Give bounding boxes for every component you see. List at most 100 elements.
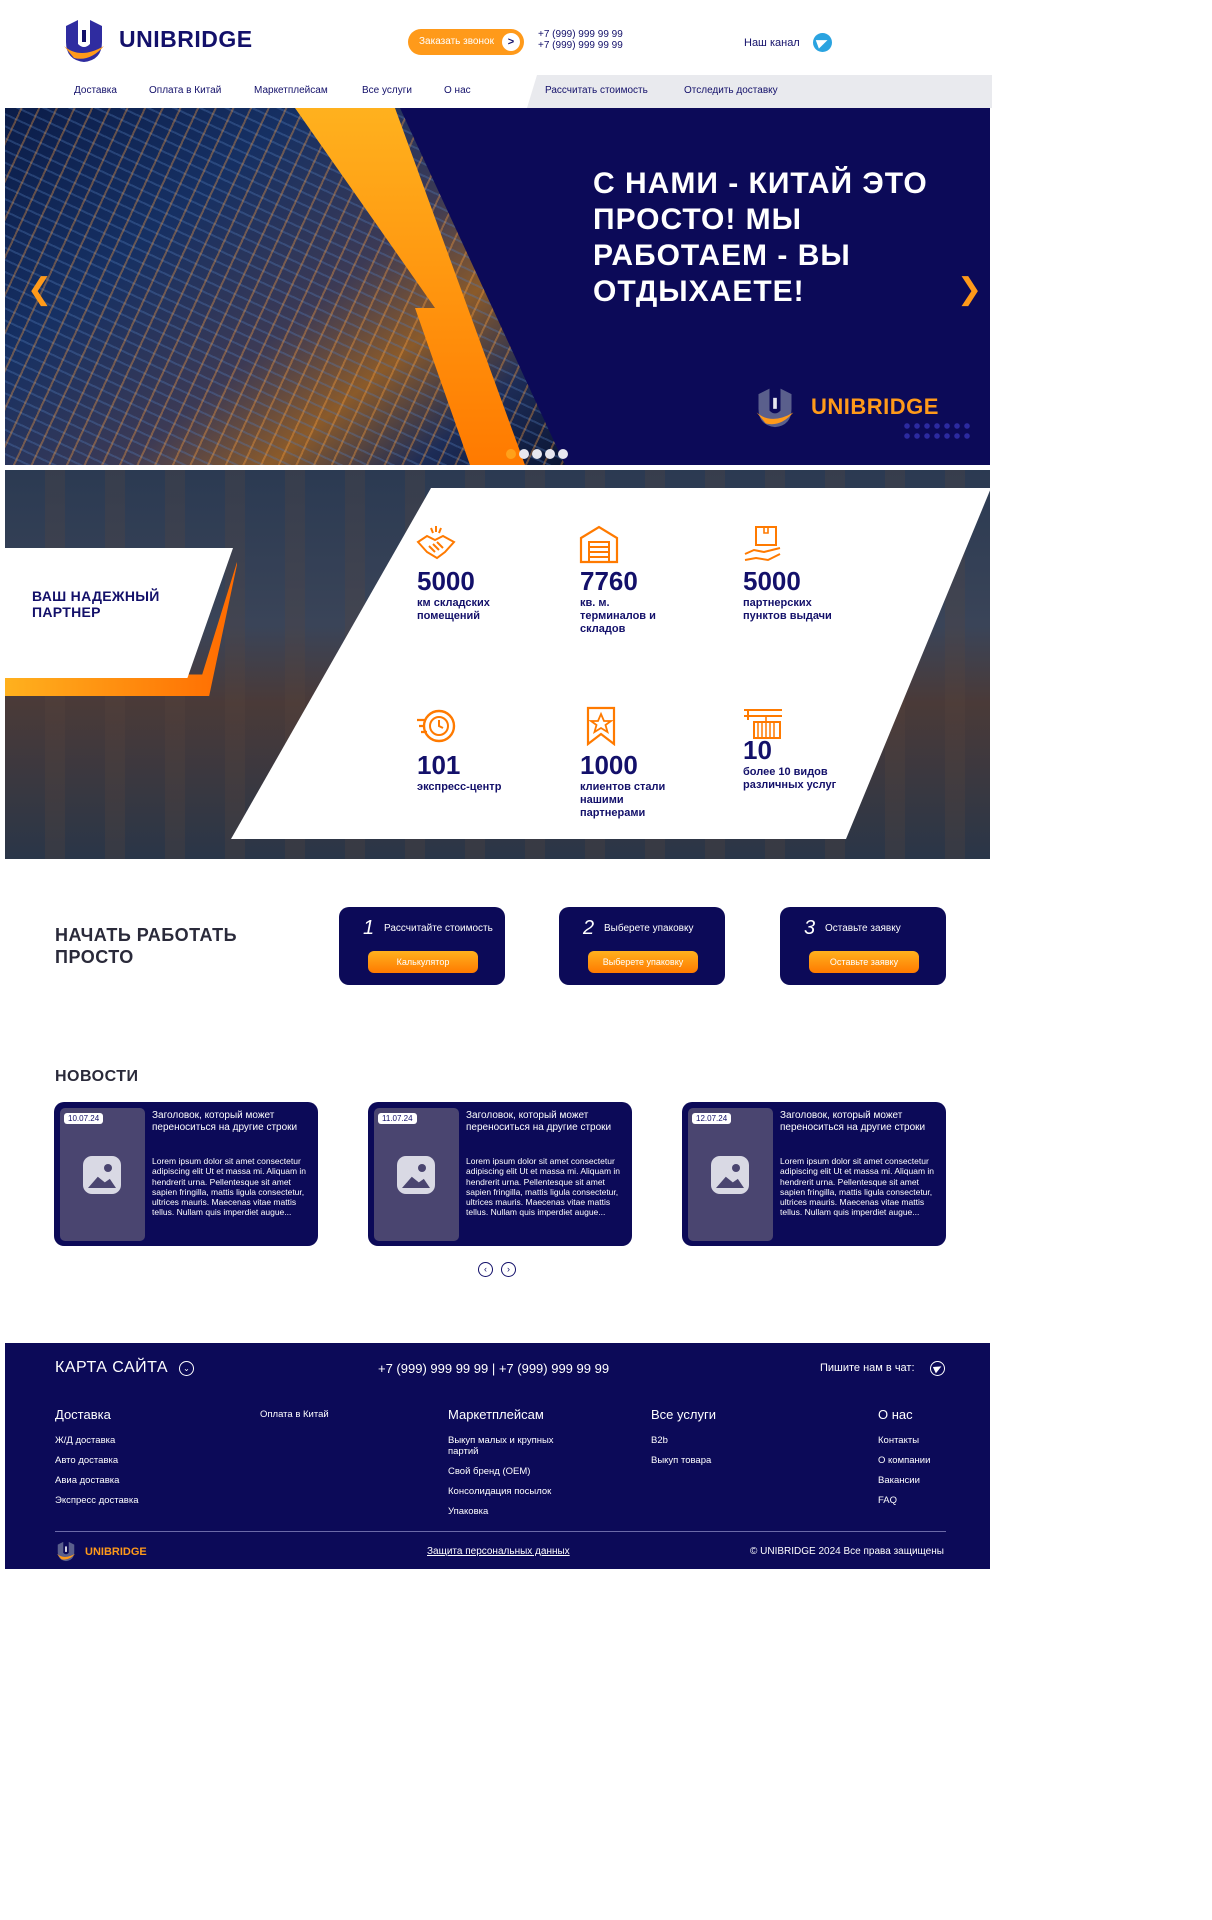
footer-col-payment: Оплата в Китай <box>260 1407 420 1433</box>
stat-number: 101 <box>417 750 461 780</box>
phone-1[interactable]: +7 (999) 999 99 99 <box>538 29 623 40</box>
nav-all-services[interactable]: Все услуги <box>362 85 412 96</box>
star-bookmark-icon <box>586 706 616 746</box>
slider-prev-icon[interactable]: ❮ <box>27 272 52 307</box>
news-prev-icon[interactable]: ‹ <box>478 1262 493 1277</box>
footer-link[interactable]: Выкуп малых и крупных партий <box>448 1435 578 1457</box>
nav-about[interactable]: О нас <box>444 85 471 96</box>
news-card-1[interactable]: 10.07.24 Заголовок, который может перено… <box>54 1102 318 1246</box>
footer-col-title[interactable]: Доставка <box>55 1407 215 1422</box>
news-title: НОВОСТИ <box>55 1068 139 1085</box>
order-call-button[interactable]: Заказать звонок > <box>408 29 524 55</box>
footer-col-title[interactable]: Оплата в Китай <box>260 1409 420 1420</box>
dots-decoration <box>902 421 974 441</box>
choose-package-button[interactable]: Выберете упаковку <box>588 951 698 973</box>
footer-link[interactable]: Ж/Д доставка <box>55 1435 215 1446</box>
footer-link[interactable]: Вакансии <box>878 1475 978 1486</box>
image-placeholder-icon <box>711 1156 749 1194</box>
stat-warehouse-km: 5000 км складских помещений <box>417 567 547 623</box>
slider-next-icon[interactable]: ❯ <box>957 272 982 307</box>
privacy-link[interactable]: Защита персональных данных <box>427 1546 570 1557</box>
footer-logo-text[interactable]: UNIBRIDGE <box>85 1546 147 1558</box>
stat-number: 5000 <box>743 566 801 596</box>
slider-dot-5[interactable] <box>558 449 568 459</box>
footer-divider <box>55 1531 946 1532</box>
news-headline[interactable]: Заголовок, который может переноситься на… <box>466 1110 626 1134</box>
footer-col-delivery: Доставка Ж/Д доставка Авто доставка Авиа… <box>55 1407 215 1515</box>
start-title: НАЧАТЬ РАБОТАТЬ ПРОСТО <box>55 925 238 967</box>
slider-dot-2[interactable] <box>519 449 529 459</box>
slider-dot-1[interactable] <box>506 449 516 459</box>
footer-link[interactable]: Выкуп товара <box>651 1455 781 1466</box>
chevron-down-icon[interactable]: ⌄ <box>179 1361 194 1376</box>
footer-link[interactable]: Свой бренд (OEM) <box>448 1466 578 1477</box>
copyright: © UNIBRIDGE 2024 Все права защищены <box>750 1546 944 1557</box>
sitemap-title[interactable]: КАРТА САЙТА <box>55 1359 168 1377</box>
footer-link[interactable]: Авто доставка <box>55 1455 215 1466</box>
step-card-1: 1 Рассчитайте стоимость Калькулятор <box>339 907 505 985</box>
footer-link[interactable]: Авиа доставка <box>55 1475 215 1486</box>
news-headline[interactable]: Заголовок, который может переноситься на… <box>780 1110 940 1134</box>
slider-dot-3[interactable] <box>532 449 542 459</box>
footer-col-about: О нас Контакты О компании Вакансии FAQ <box>878 1407 978 1515</box>
news-card-3[interactable]: 12.07.24 Заголовок, который может перено… <box>682 1102 946 1246</box>
header-phones: +7 (999) 999 99 99 +7 (999) 999 99 99 <box>538 29 623 51</box>
logo-icon[interactable] <box>60 16 108 64</box>
leave-request-button[interactable]: Оставьте заявку <box>809 951 919 973</box>
step-number: 2 <box>583 917 595 939</box>
stat-number: 5000 <box>417 566 475 596</box>
channel-label[interactable]: Наш канал <box>744 37 800 49</box>
footer-col-title[interactable]: Все услуги <box>651 1407 781 1422</box>
stat-clients: 1000 клиентов стали нашими партнерами <box>580 751 710 820</box>
footer-col-services: Все услуги B2b Выкуп товара <box>651 1407 781 1475</box>
nav-actions: Рассчитать стоимость Отследить доставку <box>527 75 992 108</box>
footer-phones[interactable]: +7 (999) 999 99 99 | +7 (999) 999 99 99 <box>378 1361 609 1376</box>
step-text: Рассчитайте стоимость <box>384 923 493 934</box>
footer-link[interactable]: Контакты <box>878 1435 978 1446</box>
handshake-icon <box>416 526 456 560</box>
news-image: 11.07.24 <box>374 1108 459 1241</box>
partner-section: ВАШ НАДЕЖНЫЙ ПАРТНЕР 5000 км складских п… <box>5 470 990 859</box>
stat-number: 7760 <box>580 566 638 596</box>
telegram-icon[interactable] <box>930 1361 945 1376</box>
step-text: Оставьте заявку <box>825 923 901 934</box>
footer-link[interactable]: Упаковка <box>448 1506 578 1517</box>
calculator-button[interactable]: Калькулятор <box>368 951 478 973</box>
nav-track-delivery[interactable]: Отследить доставку <box>684 85 778 96</box>
nav-delivery[interactable]: Доставка <box>74 85 117 96</box>
footer-logo-icon[interactable] <box>55 1540 77 1562</box>
nav-payment-china[interactable]: Оплата в Китай <box>149 85 221 96</box>
box-hand-icon <box>744 526 781 562</box>
footer-link[interactable]: B2b <box>651 1435 781 1446</box>
phone-2[interactable]: +7 (999) 999 99 99 <box>538 40 623 51</box>
stat-label: более 10 видов различных услуг <box>743 766 837 791</box>
step-card-3: 3 Оставьте заявку Оставьте заявку <box>780 907 946 985</box>
stat-label: экспресс-центр <box>417 781 502 793</box>
footer-link[interactable]: FAQ <box>878 1495 978 1506</box>
news-headline[interactable]: Заголовок, который может переноситься на… <box>152 1110 312 1134</box>
site-header: UNIBRIDGE Заказать звонок > +7 (999) 999… <box>0 0 992 108</box>
stat-label: клиентов стали нашими партнерами <box>580 781 666 819</box>
hero-logo-text: UNIBRIDGE <box>811 394 939 419</box>
stat-terminals-sqm: 7760 кв. м. терминалов и складов <box>580 567 710 636</box>
footer-col-title[interactable]: О нас <box>878 1407 978 1422</box>
stat-label: партнерских пунктов выдачи <box>743 597 832 622</box>
footer-link[interactable]: Экспресс доставка <box>55 1495 215 1506</box>
slider-dot-4[interactable] <box>545 449 555 459</box>
hero-title: С НАМИ - КИТАЙ ЭТО ПРОСТО! МЫ РАБОТАЕМ -… <box>593 167 928 308</box>
site-footer: КАРТА САЙТА ⌄ +7 (999) 999 99 99 | +7 (9… <box>5 1343 990 1569</box>
hero-logo-icon <box>756 388 794 428</box>
footer-col-title[interactable]: Маркетплейсам <box>448 1407 578 1422</box>
stat-services: 10 более 10 видов различных услуг <box>743 736 873 792</box>
image-placeholder-icon <box>397 1156 435 1194</box>
stat-express-centers: 101 экспресс-центр <box>417 751 547 794</box>
telegram-icon[interactable] <box>813 33 832 52</box>
footer-link[interactable]: Консолидация посылок <box>448 1486 578 1497</box>
news-card-2[interactable]: 11.07.24 Заголовок, который может перено… <box>368 1102 632 1246</box>
news-next-icon[interactable]: › <box>501 1262 516 1277</box>
footer-link[interactable]: О компании <box>878 1455 978 1466</box>
nav-marketplaces[interactable]: Маркетплейсам <box>254 85 328 96</box>
order-call-label: Заказать звонок <box>419 36 494 47</box>
logo-text[interactable]: UNIBRIDGE <box>119 26 253 53</box>
nav-calculate-cost[interactable]: Рассчитать стоимость <box>545 85 648 96</box>
